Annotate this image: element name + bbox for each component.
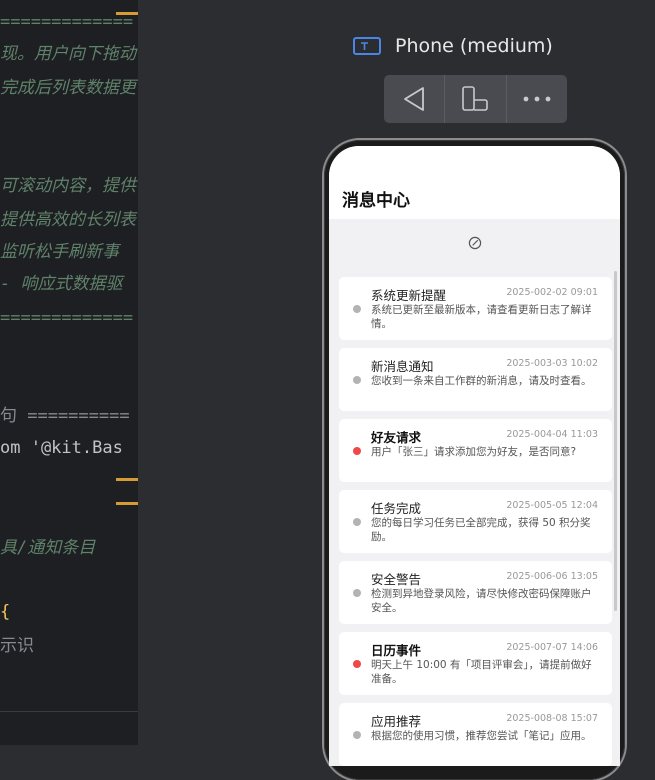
code-line: 完成后列表数据更: [0, 78, 136, 98]
back-icon: [404, 87, 425, 111]
message-time: 2025-005-05 12:04: [506, 500, 598, 511]
page-title: 消息中心: [342, 191, 410, 211]
line-marker: [116, 478, 138, 481]
message-card[interactable]: 新消息通知 2025-003-03 10:02 您收到一条来自工作群的新消息，请及时…: [339, 348, 612, 411]
message-card[interactable]: 应用推荐 2025-008-08 15:07 根据您的使用习惯，推荐您尝试「笔记」应…: [339, 703, 612, 766]
code-line: 现。用户向下拖动: [0, 44, 136, 64]
app-header: 消息中心: [329, 146, 620, 219]
message-body: 根据您的使用习惯，推荐您尝试「笔记」应用。: [371, 730, 592, 742]
message-time: 2025-007-07 14:06: [506, 642, 598, 653]
code-line: 提供高效的长列表: [0, 210, 136, 230]
code-line: 监听松手刷新事: [0, 242, 119, 262]
device-name: Phone (medium): [395, 35, 553, 57]
refresh-icon: [468, 236, 482, 250]
message-title: 任务完成: [371, 501, 422, 516]
message-title: 好友请求: [371, 430, 422, 445]
unread-dot: [353, 447, 361, 455]
message-title: 系统更新提醒: [371, 288, 447, 303]
read-dot: [353, 731, 361, 739]
message-card[interactable]: 系统更新提醒 2025-002-02 09:01 系统已更新至最新版本，请查看更新日…: [339, 277, 612, 340]
unread-dot: [353, 660, 361, 668]
read-dot: [353, 305, 361, 313]
code-editor[interactable]: ============= 现。用户向下拖动 完成后列表数据更 可滚动内容，提供 提供高…: [0, 0, 138, 745]
message-card[interactable]: 日历事件 2025-007-07 14:06 明天上午 10:00 有「项目评审会」…: [339, 632, 612, 695]
code-line: 可滚动内容，提供: [0, 176, 136, 196]
scrollbar[interactable]: [614, 271, 617, 611]
message-time: 2025-008-08 15:07: [506, 713, 598, 724]
rotate-device-button[interactable]: [445, 75, 505, 123]
read-dot: [353, 589, 361, 597]
code-line: om '@kit.Bas: [0, 438, 123, 458]
code-line: 具/通知条目: [0, 538, 96, 558]
message-time: 2025-003-03 10:02: [506, 358, 598, 369]
device-icon: [353, 37, 381, 55]
phone-screen: 消息中心 系统更新提醒 2025-002-02 09:01 系统已更新至最新版本，请…: [329, 146, 620, 766]
previewer-pane: Phone (medium) 消息中心 系统更新提醒 2025-002-02 0…: [138, 0, 655, 780]
message-card[interactable]: 安全警告 2025-006-06 13:05 检测到异地登录风险，请尽快修改密码保障…: [339, 561, 612, 624]
message-body: 明天上午 10:00 有「项目评审会」，请提前做好准备。: [371, 659, 592, 685]
message-body: 您收到一条来自工作群的新消息，请及时查看。: [371, 375, 592, 387]
message-time: 2025-002-02 09:01: [506, 287, 598, 298]
code-line: {: [0, 602, 11, 622]
editor-status-area: [0, 712, 138, 745]
code-line: - 响应式数据驱: [0, 274, 123, 294]
message-time: 2025-004-04 11:03: [506, 429, 598, 440]
message-title: 安全警告: [371, 572, 422, 587]
message-card[interactable]: 好友请求 2025-004-04 11:03 用户「张三」请求添加您为好友，是否同意…: [339, 419, 612, 482]
code-line: =============: [0, 12, 134, 32]
code-line: 示识: [0, 636, 34, 656]
message-title: 日历事件: [371, 643, 422, 658]
message-title: 应用推荐: [371, 714, 422, 729]
message-title: 新消息通知: [371, 359, 434, 374]
read-dot: [353, 518, 361, 526]
read-dot: [353, 376, 361, 384]
line-marker: [116, 502, 138, 505]
more-button[interactable]: [507, 75, 567, 123]
code-line: 句 ==========: [0, 406, 130, 426]
code-line: =============: [0, 308, 134, 328]
back-button[interactable]: [384, 75, 444, 123]
device-title: Phone (medium): [353, 33, 553, 59]
message-body: 系统已更新至最新版本，请查看更新日志了解详情。: [371, 304, 592, 330]
more-icon: [523, 96, 551, 102]
phone-frame: 消息中心 系统更新提醒 2025-002-02 09:01 系统已更新至最新版本，请…: [324, 140, 625, 780]
preview-toolbar: [384, 75, 567, 123]
message-body: 用户「张三」请求添加您为好友，是否同意?: [371, 446, 577, 458]
message-time: 2025-006-06 13:05: [506, 571, 598, 582]
message-card[interactable]: 任务完成 2025-005-05 12:04 您的每日学习任务已全部完成，获得 50…: [339, 490, 612, 553]
rotate-device-icon: [462, 86, 489, 111]
message-body: 您的每日学习任务已全部完成，获得 50 积分奖励。: [371, 517, 591, 543]
message-body: 检测到异地登录风险，请尽快修改密码保障账户安全。: [371, 588, 592, 614]
